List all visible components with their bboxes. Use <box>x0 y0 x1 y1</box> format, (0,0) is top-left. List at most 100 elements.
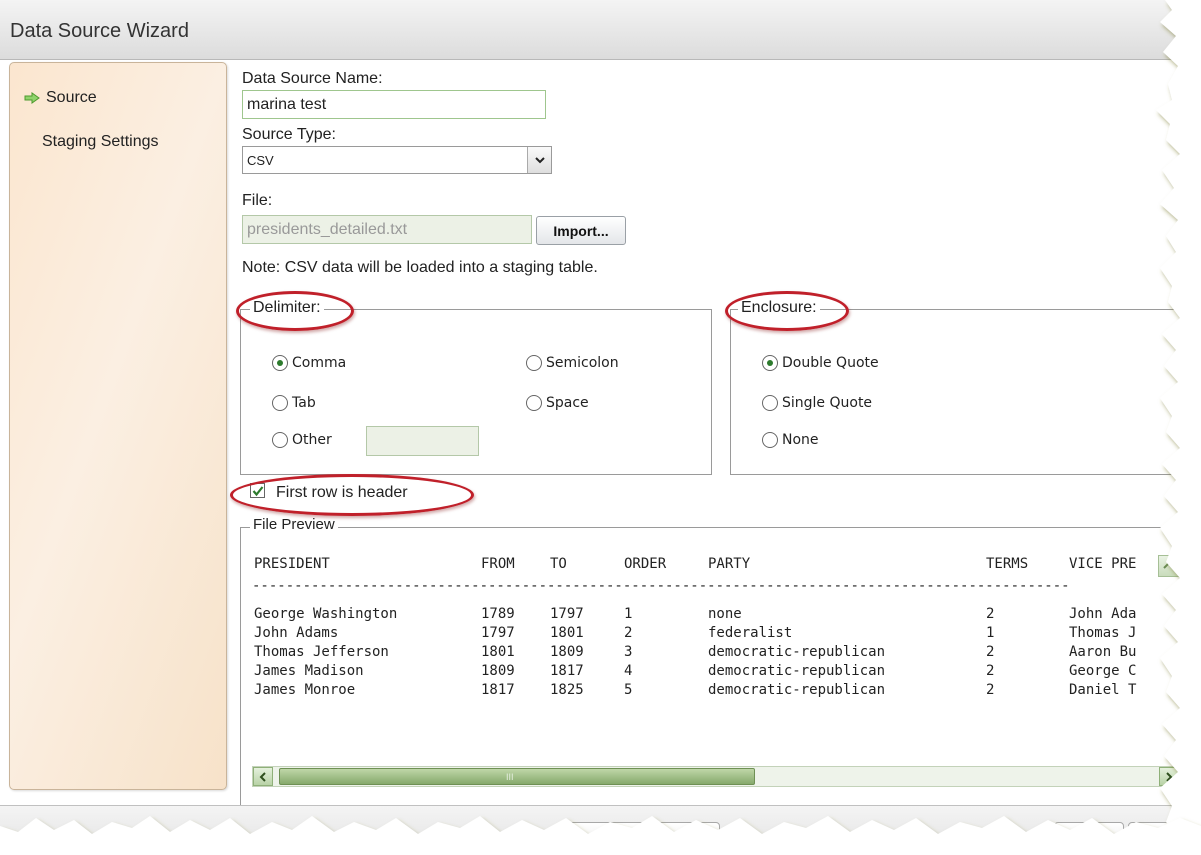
horizontal-scrollbar[interactable]: III <box>252 766 1180 787</box>
preview-cell: federalist <box>708 625 793 641</box>
staging-note: Note: CSV data will be loaded into a sta… <box>242 259 598 276</box>
radio-indicator <box>272 432 288 448</box>
preview-cell: 1801 <box>481 644 515 660</box>
preview-cell: George C <box>1069 663 1137 679</box>
table-row: James Madison 1809 1817 4 democratic-rep… <box>252 663 1136 681</box>
sidebar-item-label: Source <box>46 89 97 106</box>
radio-label: Single Quote <box>782 395 873 411</box>
preview-cell: Aaron Bu <box>1069 644 1137 660</box>
scroll-right-button[interactable] <box>1159 767 1179 786</box>
preview-cell: 1797 <box>550 606 584 622</box>
delimiter-legend: Delimiter: <box>250 299 324 317</box>
preview-cell: Thomas J <box>1069 625 1137 641</box>
radio-label: Double Quote <box>782 355 879 371</box>
radio-indicator <box>272 355 288 371</box>
scroll-left-button[interactable] <box>253 767 273 786</box>
data-source-wizard-window: Data Source Wizard Source Staging Settin… <box>0 0 1201 855</box>
radio-none[interactable]: None <box>762 432 819 448</box>
sidebar-item-label: Staging Settings <box>42 133 159 150</box>
preview-cell: 1 <box>986 625 995 641</box>
preview-cell: democratic-republican <box>708 682 886 698</box>
chevron-up-icon <box>1163 561 1175 569</box>
wizard-steps-panel: Source Staging Settings <box>9 62 227 790</box>
preview-cell: Daniel T <box>1069 682 1137 698</box>
preview-cell: John Ada <box>1069 606 1137 622</box>
preview-column-header: TO <box>550 556 567 572</box>
preview-cell: 1 <box>624 606 633 622</box>
file-preview-content[interactable]: PRESIDENT FROM TO ORDER PARTY TERMS VICE… <box>252 548 1158 760</box>
preview-cell: 4 <box>624 663 633 679</box>
back-button[interactable] <box>565 822 720 855</box>
table-row: Thomas Jefferson 1801 1809 3 democratic-… <box>252 644 1136 662</box>
source-type-value: CSV <box>247 153 274 168</box>
radio-tab[interactable]: Tab <box>272 395 316 411</box>
radio-space[interactable]: Space <box>526 395 589 411</box>
preview-cell: 2 <box>986 606 995 622</box>
cancel-button[interactable] <box>1128 822 1198 855</box>
radio-indicator <box>762 355 778 371</box>
enclosure-legend: Enclosure: <box>738 299 820 317</box>
table-row: John Adams 1797 1801 2 federalist 1 Thom… <box>252 625 1136 643</box>
preview-column-header: ORDER <box>624 556 667 572</box>
preview-cell: James Madison <box>254 663 364 679</box>
radio-indicator <box>762 432 778 448</box>
sidebar-item-staging-settings[interactable]: Staging Settings <box>42 133 159 151</box>
radio-label: Comma <box>292 355 347 371</box>
preview-cell: 1797 <box>481 625 515 641</box>
preview-cell: James Monroe <box>254 682 356 698</box>
preview-cell: 2 <box>624 625 633 641</box>
data-source-name-input[interactable] <box>242 90 546 119</box>
radio-single-quote[interactable]: Single Quote <box>762 395 872 411</box>
first-row-header-label: First row is header <box>276 484 408 501</box>
data-source-name-label: Data Source Name: <box>242 70 383 87</box>
arrow-right-icon <box>24 92 40 104</box>
preview-cell: 1825 <box>550 682 584 698</box>
source-type-label: Source Type: <box>242 126 336 143</box>
checkmark-icon <box>252 485 263 496</box>
radio-double-quote[interactable]: Double Quote <box>762 355 879 371</box>
window-title: Data Source Wizard <box>10 20 189 42</box>
import-button[interactable]: Import... <box>536 216 626 245</box>
table-row: George Washington 1789 1797 1 none 2 Joh… <box>252 606 1136 624</box>
radio-semicolon[interactable]: Semicolon <box>526 355 619 371</box>
file-preview-legend: File Preview <box>250 516 338 533</box>
radio-indicator <box>526 355 542 371</box>
preview-column-header: VICE PRE <box>1069 556 1137 572</box>
radio-label: Tab <box>292 395 316 411</box>
radio-label: Other <box>292 432 332 448</box>
radio-label: None <box>782 432 819 448</box>
finish-button[interactable] <box>1054 822 1124 855</box>
radio-other[interactable]: Other <box>272 432 332 448</box>
preview-cell: democratic-republican <box>708 663 886 679</box>
preview-cell: 1801 <box>550 625 584 641</box>
sidebar-item-source[interactable]: Source <box>24 89 97 107</box>
scroll-up-button[interactable] <box>1158 555 1180 577</box>
preview-cell: George Washington <box>254 606 398 622</box>
first-row-header-checkbox[interactable] <box>250 483 265 498</box>
chevron-right-icon <box>1166 771 1173 782</box>
preview-column-header: PARTY <box>708 556 751 572</box>
preview-cell: 2 <box>986 663 995 679</box>
preview-column-header: PRESIDENT <box>254 556 330 572</box>
preview-cell: 2 <box>986 644 995 660</box>
preview-cell: 5 <box>624 682 633 698</box>
preview-cell: 1817 <box>481 682 515 698</box>
preview-cell: John Adams <box>254 625 339 641</box>
preview-column-header: TERMS <box>986 556 1029 572</box>
source-type-select[interactable]: CSV <box>242 146 552 174</box>
radio-indicator <box>272 395 288 411</box>
radio-indicator <box>526 395 542 411</box>
preview-cell: 1789 <box>481 606 515 622</box>
file-label: File: <box>242 192 273 209</box>
preview-cell: 1809 <box>481 663 515 679</box>
file-path-input <box>242 215 532 244</box>
chevron-down-icon[interactable] <box>527 147 551 173</box>
preview-cell: 1809 <box>550 644 584 660</box>
preview-column-header: FROM <box>481 556 515 572</box>
preview-cell: 3 <box>624 644 633 660</box>
radio-comma[interactable]: Comma <box>272 355 346 371</box>
preview-cell: democratic-republican <box>708 644 886 660</box>
scrollbar-thumb[interactable]: III <box>279 768 755 785</box>
other-delimiter-input[interactable] <box>366 426 479 456</box>
radio-label: Semicolon <box>546 355 619 371</box>
